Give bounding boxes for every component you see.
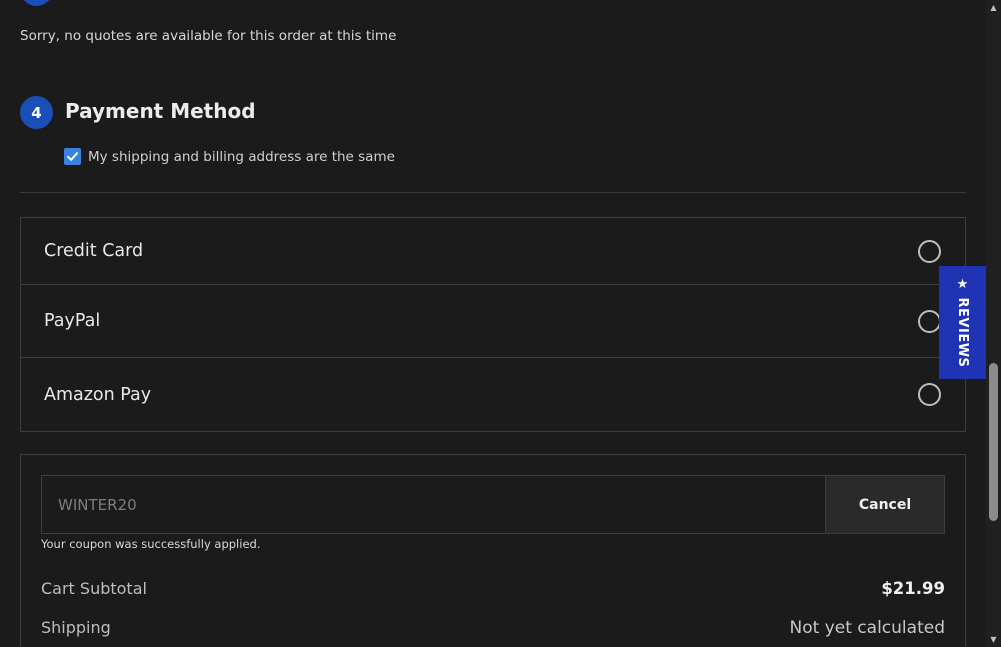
- payment-method-label: Amazon Pay: [44, 384, 152, 405]
- coupon-row: Cancel: [41, 475, 945, 534]
- amazon-pay-radio[interactable]: [918, 383, 941, 406]
- section-divider: [20, 192, 966, 193]
- payment-method-amazon-pay[interactable]: Amazon Pay: [21, 358, 965, 431]
- shipping-quotes-note: Sorry, no quotes are available for this …: [20, 28, 397, 44]
- shipping-step-badge: [20, 0, 53, 6]
- payment-method-credit-card[interactable]: Credit Card: [21, 218, 965, 285]
- subtotal-row: Cart Subtotal $21.99: [41, 579, 945, 598]
- payment-methods-list: Credit Card PayPal Amazon Pay: [20, 217, 966, 432]
- billing-same-label: My shipping and billing address are the …: [88, 148, 395, 165]
- coupon-code-input[interactable]: [41, 475, 825, 534]
- subtotal-label: Cart Subtotal: [41, 579, 147, 598]
- payment-method-title: Payment Method: [65, 99, 256, 123]
- shipping-value: Not yet calculated: [789, 618, 945, 638]
- order-summary-panel: Cancel Your coupon was successfully appl…: [20, 454, 966, 647]
- payment-method-label: PayPal: [44, 311, 101, 331]
- subtotal-value: $21.99: [881, 579, 945, 598]
- page-scrollbar[interactable]: ▲ ▼: [986, 0, 1001, 647]
- checkmark-icon: [67, 152, 78, 161]
- coupon-cancel-button[interactable]: Cancel: [825, 475, 945, 534]
- shipping-row: Shipping Not yet calculated: [41, 618, 945, 638]
- scroll-up-arrow-icon[interactable]: ▲: [986, 0, 1001, 15]
- scroll-down-arrow-icon[interactable]: ▼: [986, 632, 1001, 647]
- reviews-tab[interactable]: ★ REVIEWS: [939, 266, 986, 379]
- payment-method-paypal[interactable]: PayPal: [21, 285, 965, 358]
- credit-card-radio[interactable]: [918, 239, 941, 263]
- scroll-thumb[interactable]: [989, 363, 998, 521]
- billing-same-row[interactable]: My shipping and billing address are the …: [64, 148, 395, 165]
- coupon-success-message: Your coupon was successfully applied.: [41, 537, 261, 551]
- billing-same-checkbox[interactable]: [64, 148, 81, 165]
- checkout-page: Sorry, no quotes are available for this …: [0, 0, 1001, 647]
- payment-method-label: Credit Card: [44, 241, 144, 261]
- payment-step-badge: 4: [20, 96, 53, 129]
- reviews-tab-label: ★ REVIEWS: [955, 277, 970, 368]
- shipping-label: Shipping: [41, 618, 111, 637]
- paypal-radio[interactable]: [918, 309, 941, 333]
